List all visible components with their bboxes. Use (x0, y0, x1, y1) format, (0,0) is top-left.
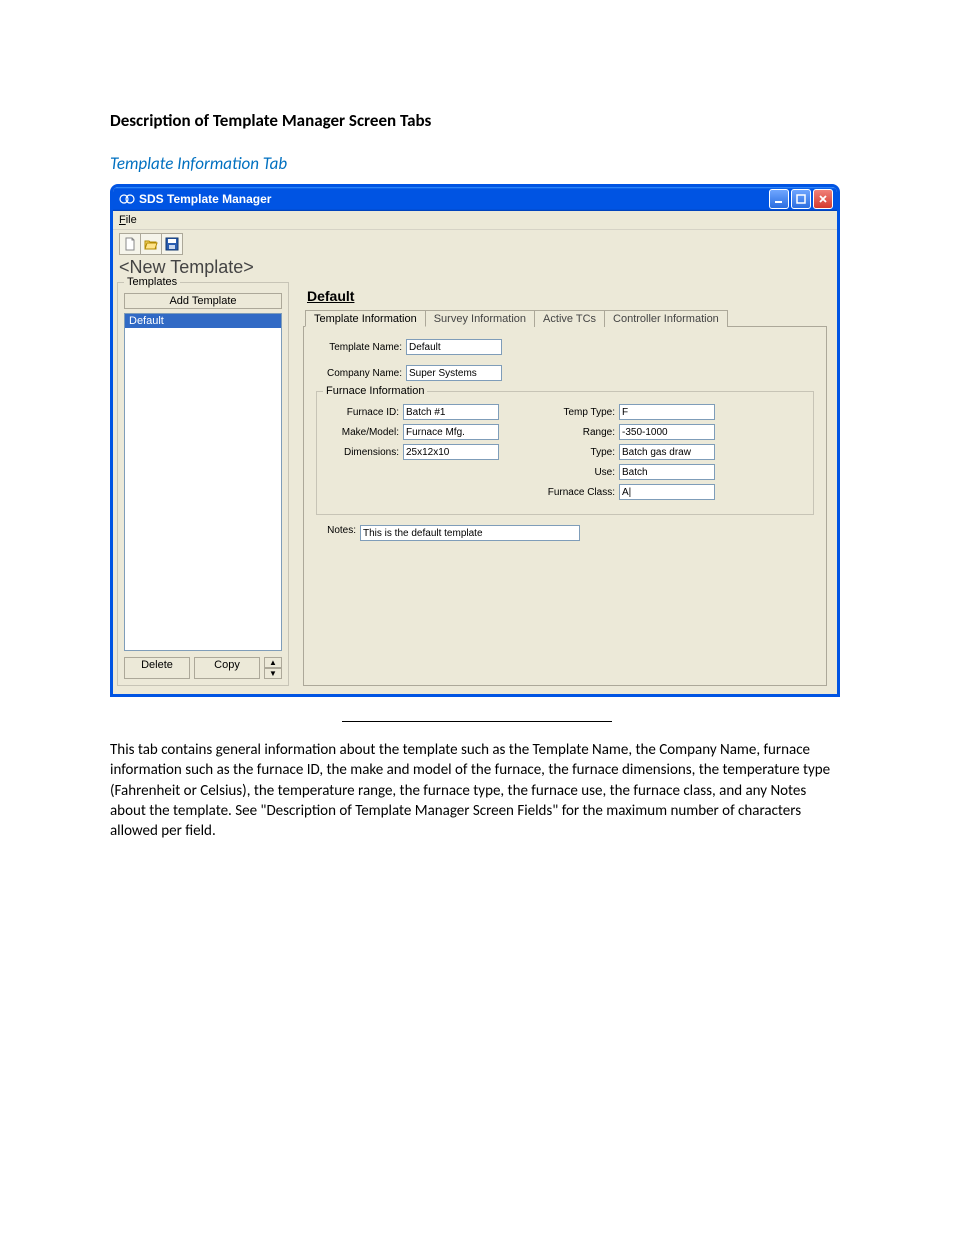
app-window: SDS Template Manager File (110, 184, 840, 697)
class-field[interactable] (619, 484, 715, 500)
use-label: Use: (539, 467, 615, 478)
delete-button[interactable]: Delete (124, 657, 190, 679)
move-down-button[interactable]: ▼ (264, 668, 282, 679)
furnace-id-field[interactable] (403, 404, 499, 420)
make-model-field[interactable] (403, 424, 499, 440)
temp-type-field[interactable] (619, 404, 715, 420)
maximize-button[interactable] (791, 189, 811, 209)
save-icon[interactable] (161, 233, 183, 255)
furnace-legend: Furnace Information (323, 385, 427, 397)
template-name-field[interactable] (406, 339, 502, 355)
temp-type-label: Temp Type: (539, 407, 615, 418)
detail-title: Default (303, 286, 827, 310)
menu-bar: File (113, 211, 837, 230)
class-label: Furnace Class: (539, 487, 615, 498)
furnace-id-label: Furnace ID: (327, 407, 399, 418)
use-field[interactable] (619, 464, 715, 480)
list-item[interactable]: Default (125, 314, 281, 328)
company-name-field[interactable] (406, 365, 502, 381)
templates-panel: Templates Add Template Default Delete Co… (117, 282, 289, 686)
open-file-icon[interactable] (140, 233, 162, 255)
company-name-label: Company Name: (316, 368, 402, 379)
detail-panel: Default Template Information Survey Info… (297, 282, 833, 686)
tab-strip: Template Information Survey Information … (305, 310, 827, 327)
tab-template-info[interactable]: Template Information (305, 310, 426, 327)
notes-field[interactable] (360, 525, 580, 541)
section-heading: Template Information Tab (110, 153, 844, 174)
close-button[interactable] (813, 189, 833, 209)
window-title: SDS Template Manager (139, 192, 271, 206)
dimensions-label: Dimensions: (327, 447, 399, 458)
separator (342, 721, 612, 722)
move-up-button[interactable]: ▲ (264, 657, 282, 668)
type-label: Type: (539, 447, 615, 458)
new-file-icon[interactable] (119, 233, 141, 255)
add-template-button[interactable]: Add Template (124, 293, 282, 309)
template-name-label: Template Name: (316, 342, 402, 353)
minimize-button[interactable] (769, 189, 789, 209)
description-paragraph: This tab contains general information ab… (110, 740, 844, 841)
range-field[interactable] (619, 424, 715, 440)
dimensions-field[interactable] (403, 444, 499, 460)
notes-label: Notes: (316, 525, 356, 536)
screenshot: SDS Template Manager File (110, 184, 844, 697)
templates-list[interactable]: Default (124, 313, 282, 651)
tab-page: Template Name: Company Name: Furnace Inf… (303, 326, 827, 686)
type-field[interactable] (619, 444, 715, 460)
copy-button[interactable]: Copy (194, 657, 260, 679)
templates-legend: Templates (124, 276, 180, 288)
tab-controller-info[interactable]: Controller Information (604, 310, 728, 327)
toolbar (113, 230, 837, 255)
furnace-info-panel: Furnace Information Furnace ID: Make/Mod… (316, 391, 814, 515)
range-label: Range: (539, 427, 615, 438)
app-icon (119, 191, 135, 207)
make-model-label: Make/Model: (327, 427, 399, 438)
tab-active-tcs[interactable]: Active TCs (534, 310, 605, 327)
page-heading: Description of Template Manager Screen T… (110, 110, 844, 131)
title-bar: SDS Template Manager (113, 187, 837, 211)
template-title: <New Template> (113, 255, 837, 282)
tab-survey-info[interactable]: Survey Information (425, 310, 535, 327)
menu-file[interactable]: File (119, 214, 147, 226)
